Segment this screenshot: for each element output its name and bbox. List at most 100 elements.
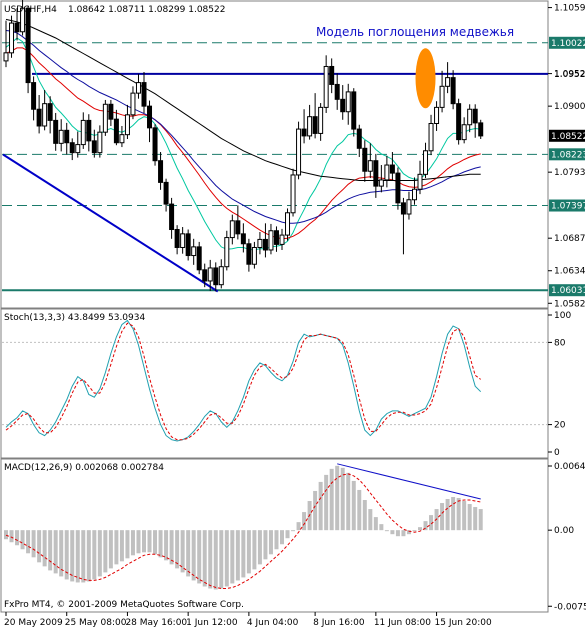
candle-body: [80, 119, 86, 146]
macd-histogram-bar: [329, 468, 334, 531]
macd-histogram-bar: [108, 530, 113, 569]
candle-body: [42, 103, 48, 127]
candle-body: [240, 233, 246, 245]
macd-histogram-bar: [291, 530, 296, 532]
candle-body: [472, 108, 478, 124]
candle-body: [417, 173, 423, 190]
macd-histogram-bar: [130, 530, 135, 556]
time-tick-label: 20 May 2009: [4, 618, 63, 628]
time-tick-label: 8 Jun 16:00: [313, 618, 365, 628]
candle-body: [9, 22, 15, 54]
candle-body: [53, 119, 59, 144]
macd-histogram-bar: [235, 530, 240, 581]
macd-histogram-bar: [153, 530, 158, 555]
candle-body: [378, 179, 384, 187]
candle-body: [91, 140, 97, 154]
macd-histogram-bar: [164, 530, 169, 561]
macd-histogram-bar: [136, 530, 141, 554]
macd-panel: 0.006465 0.00 -0.007568: [4, 462, 586, 612]
candle-body: [75, 144, 81, 154]
chart-svg: 1.100221.095201.082231.073971.060311.085…: [0, 0, 586, 628]
candle-body: [113, 118, 119, 144]
macd-histogram-bar: [390, 530, 395, 535]
candle-body: [224, 237, 230, 268]
candle-body: [180, 233, 186, 248]
candle-body: [185, 233, 191, 257]
macd-histogram-bar: [395, 530, 400, 537]
candle-body: [301, 128, 307, 137]
macd-histogram-bar: [197, 530, 202, 584]
macd-histogram-bar: [81, 530, 86, 583]
macd-histogram-bar: [114, 530, 119, 565]
candle-body: [262, 238, 268, 251]
stochastic-panel: 100 80 20 0: [2, 311, 571, 458]
candle-body: [400, 202, 406, 215]
candle-body: [14, 22, 20, 33]
candle-body: [434, 106, 440, 125]
engulfing-highlight: [415, 48, 436, 109]
macd-histogram-bar: [142, 530, 146, 553]
macd-histogram-bar: [335, 465, 340, 531]
stoch-k-line: [5, 319, 482, 442]
macd-histogram-bar: [362, 500, 367, 531]
candle-body: [439, 85, 445, 108]
time-tick-label: 28 May 16:00: [125, 618, 187, 628]
time-tick-label: 4 Jun 04:00: [247, 618, 299, 628]
macd-histogram-bar: [296, 522, 301, 531]
time-tick-label: 1 Jun 12:00: [186, 618, 238, 628]
time-axis: 20 May 2009 25 May 08:00 28 May 16:00 1 Jun…: [4, 612, 492, 628]
macd-histogram-bar: [440, 503, 445, 531]
macd-histogram-bar: [147, 530, 152, 553]
price-tick-label: 1.10590: [554, 4, 586, 14]
candle-body: [323, 65, 329, 108]
macd-histogram-bar: [462, 501, 467, 531]
level-label: 1.08223: [551, 150, 586, 160]
candle-body: [467, 108, 473, 126]
candle-body: [31, 82, 37, 110]
candle-body: [58, 129, 64, 144]
candle-body: [373, 160, 379, 187]
macd-histogram-bar: [368, 509, 373, 531]
candle-body: [152, 127, 158, 162]
current-price-label: 1.08522: [551, 132, 586, 142]
candle-body: [367, 160, 373, 172]
candle-body: [312, 116, 318, 134]
time-tick-label: 25 May 08:00: [65, 618, 127, 628]
macd-histogram-bar: [246, 530, 251, 574]
macd-histogram-bar: [9, 530, 14, 543]
macd-histogram-bar: [467, 504, 472, 531]
macd-histogram-bar: [324, 474, 329, 531]
ohlc-header: 1.08642 1.08711 1.08299 1.08522: [68, 5, 225, 15]
candle-body: [207, 267, 213, 282]
macd-tick-label: 0.006465: [554, 462, 586, 472]
macd-histogram-bar: [445, 499, 450, 531]
macd-histogram-bar: [313, 490, 318, 531]
candle-body: [428, 123, 434, 152]
candle-body: [351, 91, 357, 130]
macd-histogram-bar: [401, 530, 406, 537]
macd-histogram-bar: [285, 530, 290, 539]
candle-body: [169, 203, 175, 231]
candle-body: [362, 147, 368, 172]
candle-body: [191, 246, 197, 257]
candle-body: [229, 220, 235, 239]
candle-body: [340, 98, 346, 113]
candle-body: [108, 103, 114, 120]
price-tick-label: 1.09525: [554, 70, 586, 80]
candles[interactable]: [3, 0, 484, 292]
candle-body: [290, 174, 296, 214]
candle-body: [389, 164, 395, 174]
macd-histogram-bar: [48, 530, 53, 571]
candle-body: [163, 181, 169, 205]
candle-body: [257, 238, 263, 248]
candle-body: [273, 230, 279, 245]
candle-body: [411, 188, 417, 201]
candle-body: [158, 160, 164, 183]
macd-histogram-bar: [75, 530, 80, 583]
price-tick-label: 1.07935: [554, 168, 586, 178]
candle-body: [141, 82, 147, 107]
macd-histogram-bar: [274, 530, 279, 550]
macd-histogram-bar: [268, 530, 273, 555]
macd-histogram-bar: [26, 530, 31, 554]
candle-body: [334, 83, 340, 100]
